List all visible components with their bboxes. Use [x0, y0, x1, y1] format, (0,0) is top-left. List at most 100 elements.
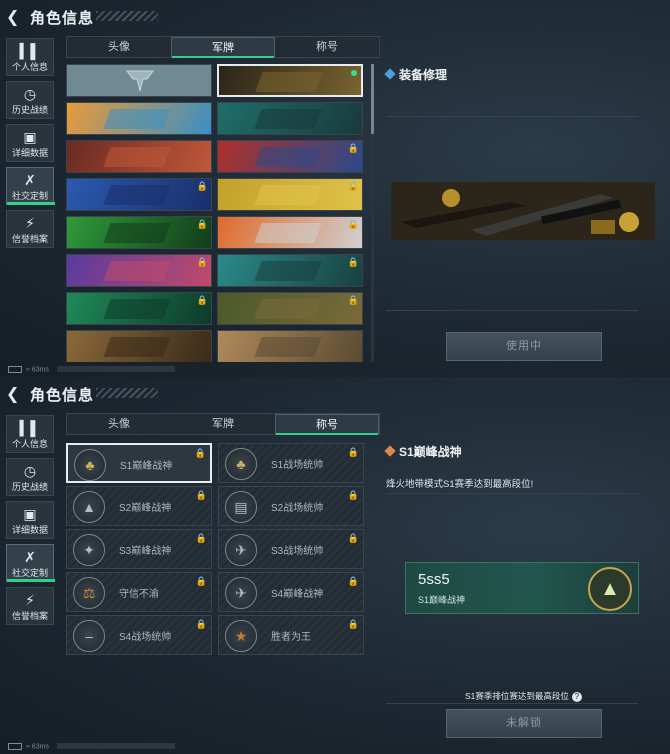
lock-icon: 🔒	[195, 619, 207, 629]
nav-item-details[interactable]: ▣ 详细数据	[6, 124, 54, 162]
tank-icon: ▤	[225, 491, 257, 523]
tab-title[interactable]: 称号	[275, 414, 379, 435]
scroll-thumb[interactable]	[371, 64, 374, 134]
dogtag-card[interactable]	[217, 330, 363, 362]
title-card[interactable]: ▲ S2巅峰战神 🔒	[66, 486, 212, 526]
dogtag-card[interactable]: 🔒	[66, 216, 212, 249]
locked-button[interactable]: 未解锁	[446, 709, 602, 738]
dogtag-card[interactable]: 🔒	[66, 292, 212, 325]
dogtag-card[interactable]	[66, 330, 212, 362]
back-arrow-icon[interactable]: ❮	[6, 7, 19, 27]
dogtag-card[interactable]	[66, 102, 212, 135]
requirement-text: S1赛季排位赛达到最高段位	[465, 691, 569, 701]
dogtag-card[interactable]: 🔒	[217, 140, 363, 173]
lock-icon: 🔒	[347, 181, 359, 191]
dogtag-card[interactable]: 🔒	[66, 254, 212, 287]
squad-red-art	[103, 147, 171, 167]
bar-chart-icon: ▍▌	[19, 43, 41, 59]
dogtag-card[interactable]	[66, 140, 212, 173]
title-name: S1战场统帅	[271, 460, 324, 471]
back-arrow-icon[interactable]: ❮	[6, 384, 19, 404]
lock-icon: 🔒	[347, 576, 359, 586]
lock-icon: 🔒	[347, 447, 359, 457]
game-logo-icon	[126, 70, 154, 92]
nav-item-reputation[interactable]: ⚡ 信誉档案	[6, 587, 54, 625]
title-card[interactable]: ♣ S1巅峰战神 🔒	[66, 443, 212, 483]
dogtag-card[interactable]: 🔒	[217, 178, 363, 211]
divider	[386, 493, 638, 494]
lock-icon: 🔒	[347, 533, 359, 543]
dogtag-card[interactable]	[217, 102, 363, 135]
nav-label: 详细数据	[11, 525, 48, 535]
nav-item-history[interactable]: ◷ 历史战绩	[6, 81, 54, 119]
tab-avatar[interactable]: 头像	[67, 414, 171, 434]
green-axe-art	[103, 299, 171, 319]
dogtag-card[interactable]	[66, 64, 212, 97]
redacted-text	[56, 743, 175, 750]
nav-label: 社交定制	[11, 191, 48, 201]
unlock-requirement: S1赛季排位赛达到最高段位?	[465, 690, 582, 702]
question-icon[interactable]: ?	[571, 692, 582, 702]
nav-item-profile[interactable]: ▍▌ 个人信息	[6, 415, 54, 453]
in-use-button[interactable]: 使用中	[446, 332, 602, 361]
nav-item-profile[interactable]: ▍▌ 个人信息	[6, 38, 54, 76]
lock-icon: 🔒	[195, 576, 207, 586]
ping-text: 63ms	[31, 366, 49, 373]
nav-item-history[interactable]: ◷ 历史战绩	[6, 458, 54, 496]
lock-icon: 🔒	[195, 490, 207, 500]
crocodile-icon: ♣	[74, 449, 106, 481]
divider	[386, 310, 638, 311]
selected-title-name: S1巅峰战神	[399, 445, 462, 459]
tab-dogtag[interactable]: 军牌	[171, 414, 275, 434]
badge-subtitle: S1巅峰战神	[418, 595, 466, 605]
badge-code: 5ss5	[418, 571, 450, 588]
title-card[interactable]: ▤ S2战场统帅 🔒	[218, 486, 364, 526]
dogtag-card[interactable]: 🔒	[217, 254, 363, 287]
nav-item-details[interactable]: ▣ 详细数据	[6, 501, 54, 539]
nav-item-social-custom[interactable]: ✗ 社交定制	[6, 544, 55, 582]
jet-icon: ✈	[225, 577, 257, 609]
green-swirl-art	[103, 223, 171, 243]
dogtag-card[interactable]: 🔒	[217, 292, 363, 325]
title-card[interactable]: ✈ S4巅峰战神 🔒	[218, 572, 364, 612]
title-name: S2战场统帅	[271, 503, 324, 514]
top-bar: ❮ 角色信息	[0, 0, 670, 32]
title-card[interactable]: ★ 胜者为王 🔒	[218, 615, 364, 655]
nav-label: 历史战绩	[11, 482, 48, 492]
nav-item-reputation[interactable]: ⚡ 信誉档案	[6, 210, 54, 248]
dogtag-card[interactable]: 🔒	[217, 216, 363, 249]
lock-icon: 🔒	[347, 257, 359, 267]
tools-icon: ✗	[24, 172, 36, 188]
tab-dogtag[interactable]: 军牌	[171, 37, 275, 58]
rifle-icon: ‒	[73, 620, 105, 652]
title-card[interactable]: ⚖ 守信不渝 🔒	[66, 572, 212, 612]
tab-avatar[interactable]: 头像	[67, 37, 171, 57]
side-nav: ▍▌ 个人信息 ◷ 历史战绩 ▣ 详细数据 ✗ 社交定制 ⚡ 信誉档案	[6, 415, 56, 630]
scrollbar[interactable]	[371, 64, 374, 362]
selected-dogtag-heading: 装备修理	[384, 66, 447, 84]
page-title: 角色信息	[30, 10, 95, 27]
title-name: 胜者为王	[271, 632, 311, 643]
decorative-stripes	[96, 11, 158, 21]
title-card[interactable]: ♣ S1战场统帅 🔒	[218, 443, 364, 483]
nav-label: 详细数据	[11, 148, 48, 158]
ping-text: 63ms	[31, 743, 49, 750]
crocodile-icon: ♣	[225, 448, 257, 480]
nav-item-social-custom[interactable]: ✗ 社交定制	[6, 167, 55, 205]
clock-icon: ◷	[23, 463, 37, 479]
dogtag-card[interactable]	[217, 64, 363, 97]
tab-title[interactable]: 称号	[275, 37, 379, 57]
title-card[interactable]: ✈ S3战场统帅 🔒	[218, 529, 364, 569]
title-card[interactable]: ‒ S4战场统帅 🔒	[66, 615, 212, 655]
wifi-icon: ≈	[26, 366, 30, 373]
lock-icon: 🔒	[196, 181, 208, 191]
title-card[interactable]: ✦ S3巅峰战神 🔒	[66, 529, 212, 569]
blue-stars-art	[103, 185, 171, 205]
dogtag-card[interactable]: 🔒	[66, 178, 212, 211]
bar-chart-icon: ▍▌	[19, 420, 41, 436]
tools-icon: ✗	[24, 549, 36, 565]
folder-icon: ▣	[23, 506, 37, 522]
nav-label: 信誉档案	[11, 234, 48, 244]
title-grid: ♣ S1巅峰战神 🔒 ♣ S1战场统帅 🔒 ▲ S2巅峰战神 🔒 ▤ S2战场统帅 🔒 ✦ S3巅峰战神 🔒…	[66, 443, 370, 733]
selected-title-heading: S1巅峰战神	[384, 443, 462, 461]
